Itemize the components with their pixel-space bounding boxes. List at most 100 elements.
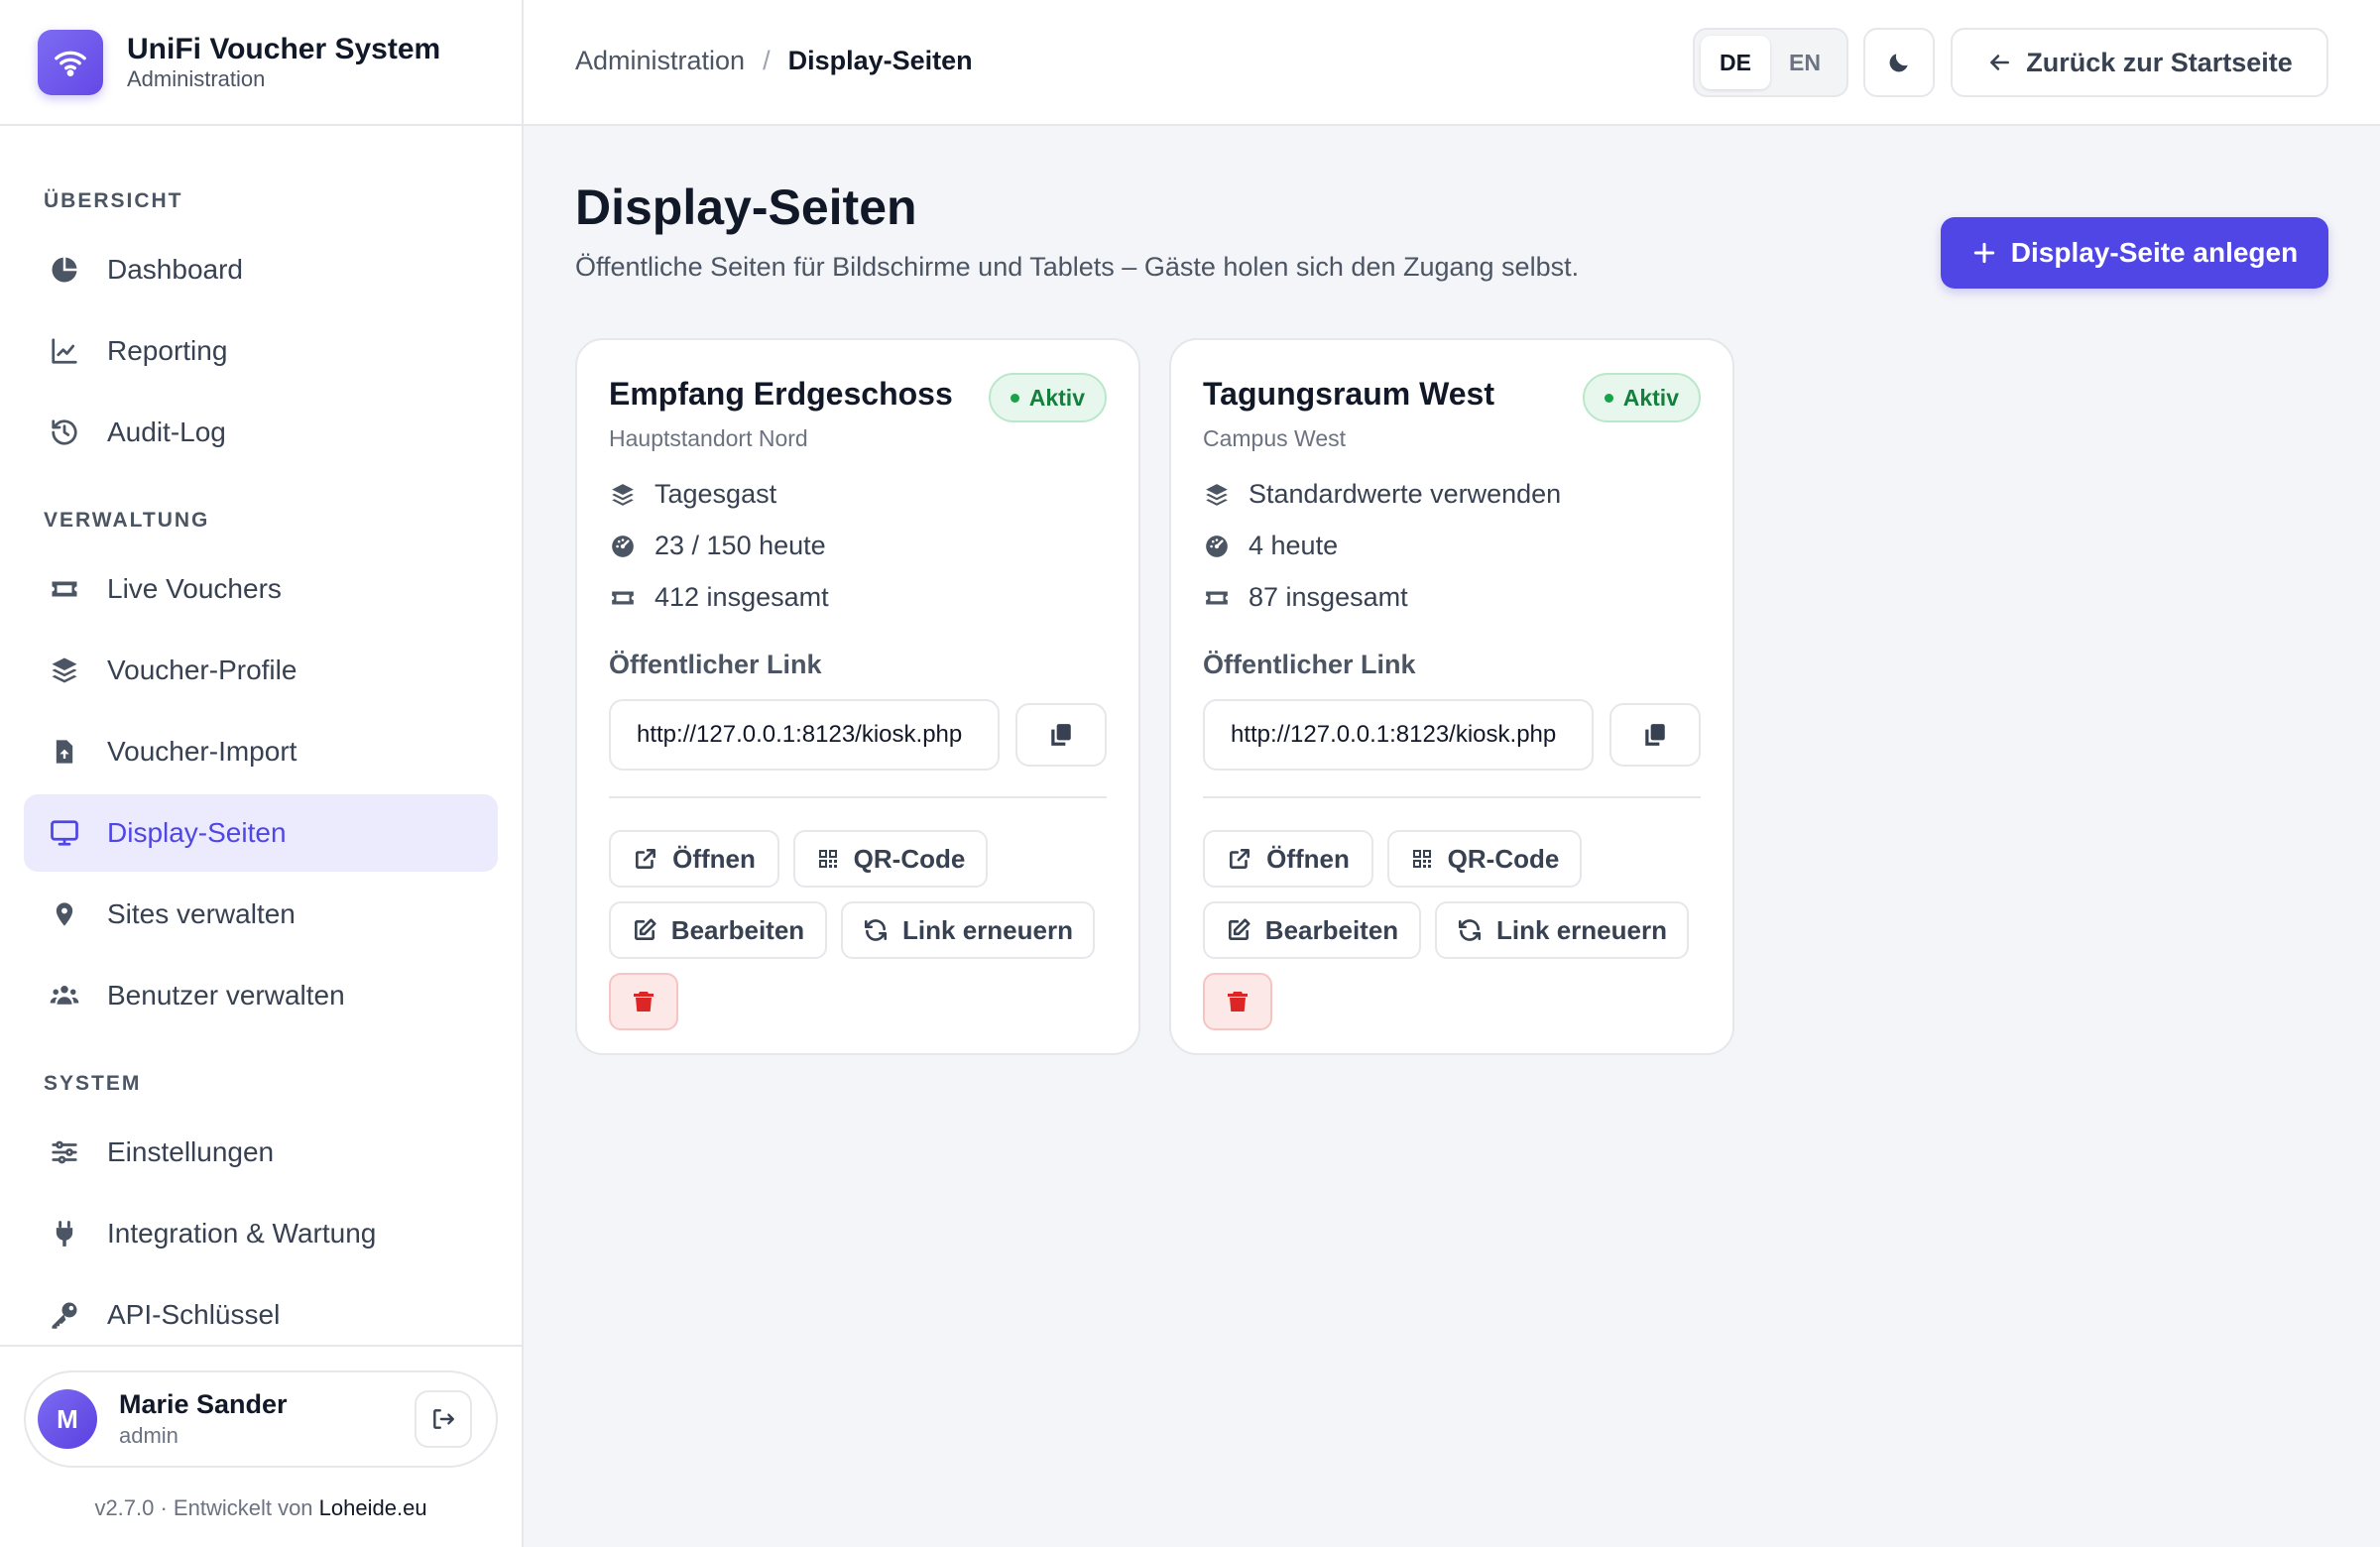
qr-code-icon: [818, 850, 837, 868]
sidebar-item-label: Dashboard: [107, 254, 243, 285]
version-info: v2.7.0 · Entwickelt von Loheide.eu: [0, 1495, 522, 1521]
lang-en-button[interactable]: EN: [1770, 36, 1840, 89]
ticket-icon: [48, 572, 81, 606]
nav-section-title: VERWALTUNG: [44, 509, 210, 532]
back-to-home-button[interactable]: Zurück zur Startseite: [1951, 28, 2328, 97]
lang-de-button[interactable]: DE: [1701, 36, 1770, 89]
refresh-icon: [864, 919, 888, 941]
edit-button[interactable]: Bearbeiten: [609, 901, 827, 959]
stat-profile-value: Standardwerte verwenden: [1249, 479, 1562, 509]
brand[interactable]: UniFi Voucher System Administration: [0, 0, 522, 126]
display-page-card: Empfang Erdgeschoss Hauptstandort Nord A…: [575, 338, 1140, 1055]
qr-code-button[interactable]: QR-Code: [1387, 830, 1582, 888]
sidebar-item-settings[interactable]: Einstellungen: [24, 1114, 498, 1191]
stat-today-value: 23 / 150 heute: [654, 531, 826, 560]
theme-toggle-button[interactable]: [1863, 28, 1935, 97]
edit-button[interactable]: Bearbeiten: [1203, 901, 1421, 959]
public-link-field[interactable]: http://127.0.0.1:8123/kiosk.php: [609, 699, 1000, 771]
sidebar-item-dashboard[interactable]: Dashboard: [24, 231, 498, 308]
sidebar-item-integration[interactable]: Integration & Wartung: [24, 1195, 498, 1272]
qr-code-label: QR-Code: [1447, 843, 1560, 874]
plus-icon: [1973, 242, 1994, 264]
language-switch: DE EN: [1693, 28, 1848, 97]
sidebar-item-api-keys[interactable]: API-Schlüssel: [24, 1276, 498, 1354]
public-link-label: Öffentlicher Link: [1203, 650, 1416, 679]
nav-section-title: SYSTEM: [44, 1072, 142, 1095]
layers-icon: [609, 481, 637, 509]
qr-code-icon: [1412, 850, 1431, 868]
stat-total-value: 412 insgesamt: [654, 582, 829, 612]
page-title: Display-Seiten: [575, 179, 917, 235]
card-divider: [1203, 796, 1701, 798]
plug-icon: [48, 1217, 81, 1250]
developer-link[interactable]: Loheide.eu: [319, 1495, 427, 1520]
sidebar-item-label: API-Schlüssel: [107, 1299, 281, 1330]
external-link-icon: [636, 849, 656, 869]
refresh-icon: [1458, 919, 1482, 941]
copy-icon: [1645, 724, 1665, 746]
open-button[interactable]: Öffnen: [609, 830, 779, 888]
sidebar-item-label: Sites verwalten: [107, 898, 296, 929]
topbar: Administration / Display-Seiten DE EN Zu…: [524, 0, 2380, 126]
status-label: Aktiv: [1622, 384, 1679, 411]
breadcrumb-root[interactable]: Administration: [575, 46, 745, 76]
trash-icon: [634, 992, 654, 1012]
brand-subtitle: Administration: [127, 65, 266, 91]
page-subtitle: Öffentliche Seiten für Bildschirme und T…: [575, 252, 1580, 282]
sidebar-item-reporting[interactable]: Reporting: [24, 312, 498, 390]
open-button[interactable]: Öffnen: [1203, 830, 1373, 888]
edit-icon: [634, 918, 656, 940]
sidebar-item-label: Einstellungen: [107, 1136, 275, 1167]
sidebar-item-display-seiten[interactable]: Display-Seiten: [24, 794, 498, 872]
logout-icon: [433, 1409, 454, 1429]
sidebar-item-label: Live Vouchers: [107, 573, 282, 604]
sidebar-item-sites[interactable]: Sites verwalten: [24, 876, 498, 953]
delete-button[interactable]: [1203, 973, 1272, 1030]
user-card[interactable]: M Marie Sander admin: [24, 1370, 498, 1468]
sidebar-item-label: Audit-Log: [107, 416, 226, 447]
layers-icon: [1203, 481, 1231, 509]
ticket-icon: [609, 584, 637, 612]
stat-today: 4 heute: [1203, 531, 1338, 561]
ticket-icon: [1203, 584, 1231, 612]
stat-profile: Standardwerte verwenden: [1203, 479, 1561, 510]
sidebar-item-label: Benutzer verwalten: [107, 980, 345, 1011]
public-link-field[interactable]: http://127.0.0.1:8123/kiosk.php: [1203, 699, 1594, 771]
avatar: M: [38, 1389, 97, 1449]
copy-link-button[interactable]: [1609, 703, 1701, 767]
brand-title: UniFi Voucher System: [127, 32, 441, 65]
sidebar-item-users[interactable]: Benutzer verwalten: [24, 957, 498, 1034]
moon-icon: [1889, 54, 1908, 72]
sidebar-item-voucher-profile[interactable]: Voucher-Profile: [24, 632, 498, 709]
renew-link-button[interactable]: Link erneuern: [1435, 901, 1689, 959]
card-divider: [609, 796, 1107, 798]
edit-icon: [1228, 918, 1250, 940]
status-badge: Aktiv: [988, 373, 1107, 422]
trash-icon: [1228, 992, 1248, 1012]
edit-label: Bearbeiten: [1264, 914, 1399, 945]
line-chart-icon: [48, 334, 81, 368]
sidebar-item-live-vouchers[interactable]: Live Vouchers: [24, 550, 498, 628]
create-label: Display-Seite anlegen: [2010, 237, 2299, 268]
stat-profile: Tagesgast: [609, 479, 776, 510]
logout-button[interactable]: [415, 1390, 472, 1448]
qr-code-button[interactable]: QR-Code: [793, 830, 988, 888]
renew-link-label: Link erneuern: [1496, 914, 1667, 945]
copy-icon: [1051, 724, 1071, 746]
stat-today-value: 4 heute: [1249, 531, 1339, 560]
user-name: Marie Sander: [119, 1389, 288, 1419]
qr-code-label: QR-Code: [853, 843, 966, 874]
stat-profile-value: Tagesgast: [654, 479, 777, 509]
sidebar: UniFi Voucher System Administration ÜBER…: [0, 0, 524, 1547]
sidebar-item-audit-log[interactable]: Audit-Log: [24, 394, 498, 471]
renew-link-button[interactable]: Link erneuern: [841, 901, 1095, 959]
create-display-page-button[interactable]: Display-Seite anlegen: [1941, 217, 2328, 289]
sidebar-item-voucher-import[interactable]: Voucher-Import: [24, 713, 498, 790]
delete-button[interactable]: [609, 973, 678, 1030]
sidebar-item-label: Integration & Wartung: [107, 1218, 377, 1249]
breadcrumb-current: Display-Seiten: [787, 46, 973, 75]
copy-link-button[interactable]: [1015, 703, 1107, 767]
users-icon: [48, 979, 81, 1012]
card-title: Tagungsraum West: [1203, 376, 1494, 412]
edit-label: Bearbeiten: [670, 914, 805, 945]
